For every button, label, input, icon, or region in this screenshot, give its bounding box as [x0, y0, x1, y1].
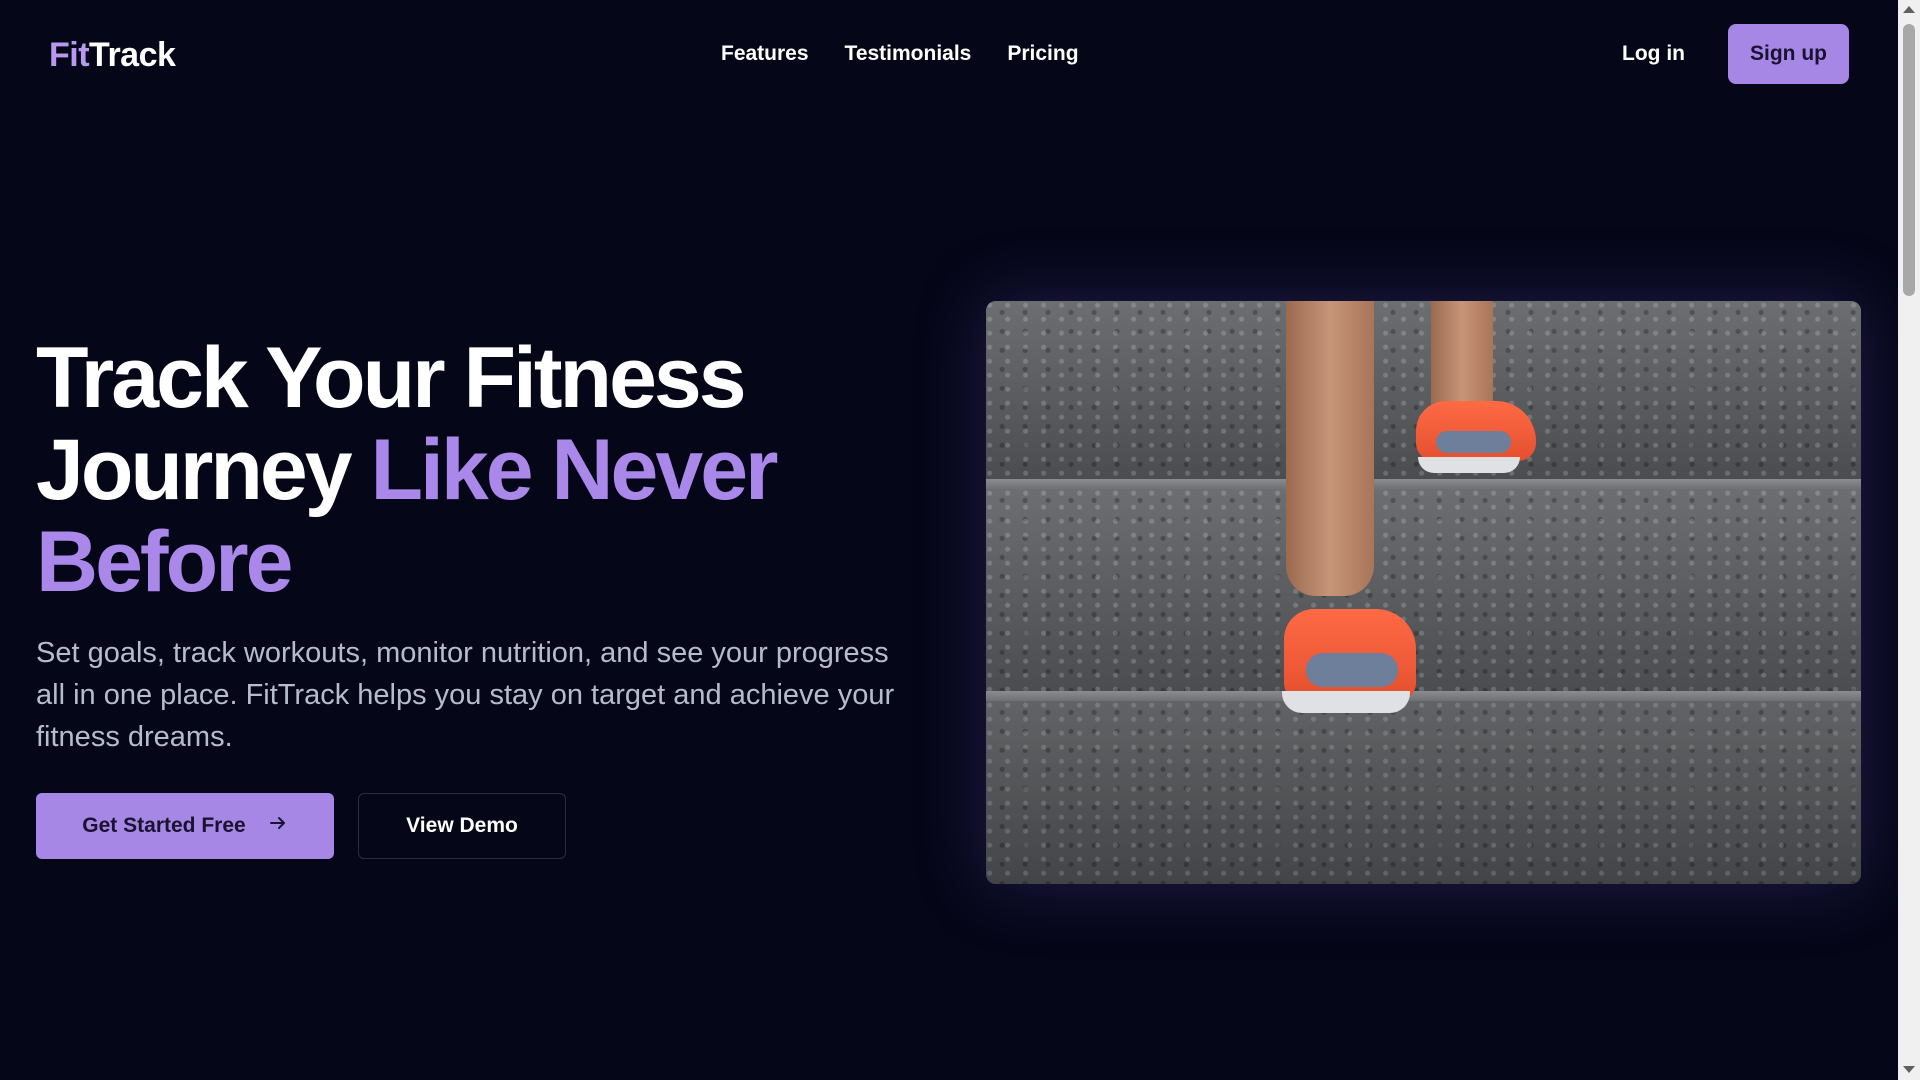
nav-pricing[interactable]: Pricing	[1007, 42, 1078, 66]
headline-line3-accent: Before	[36, 514, 293, 610]
shoe-front-sole	[1282, 691, 1410, 713]
leg-front	[1286, 301, 1374, 596]
arrow-right-icon	[268, 813, 288, 839]
signup-button[interactable]: Sign up	[1728, 24, 1849, 84]
stair-step-bottom	[986, 701, 1861, 884]
login-link[interactable]: Log in	[1622, 42, 1685, 66]
get-started-button[interactable]: Get Started Free	[36, 793, 334, 859]
logo-fit: Fit	[49, 36, 90, 74]
shoe-back-sole	[1418, 457, 1520, 473]
landing-page: FitTrack Features Testimonials Pricing L…	[0, 0, 1898, 1080]
scrollbar-thumb[interactable]	[1903, 24, 1915, 296]
stair-edge-2	[986, 691, 1861, 701]
shoe-back-mesh	[1436, 431, 1511, 453]
headline-line2-plain: Journey	[36, 422, 371, 518]
hero-image	[986, 301, 1861, 884]
scroll-up-icon[interactable]	[1903, 6, 1915, 13]
hero-headline: Track Your Fitness Journey Like Never Be…	[36, 332, 936, 608]
nav-features[interactable]: Features	[721, 42, 809, 66]
logo-track: Track	[89, 36, 176, 74]
main-nav: Features Testimonials Pricing	[721, 42, 1079, 66]
stair-edge-1	[986, 479, 1861, 489]
stair-step-middle	[986, 489, 1861, 693]
scroll-down-icon[interactable]	[1903, 1066, 1915, 1073]
hero-subtitle: Set goals, track workouts, monitor nutri…	[36, 637, 895, 753]
nav-testimonials[interactable]: Testimonials	[845, 42, 972, 66]
shoe-front-mesh	[1306, 653, 1398, 687]
headline-line1: Track Your Fitness	[36, 330, 747, 426]
get-started-label: Get Started Free	[82, 814, 246, 837]
view-demo-button[interactable]: View Demo	[358, 793, 566, 859]
page-scrollbar[interactable]	[1898, 0, 1920, 1080]
headline-line2-accent: Like Never	[370, 422, 778, 518]
logo[interactable]: FitTrack	[49, 36, 176, 75]
